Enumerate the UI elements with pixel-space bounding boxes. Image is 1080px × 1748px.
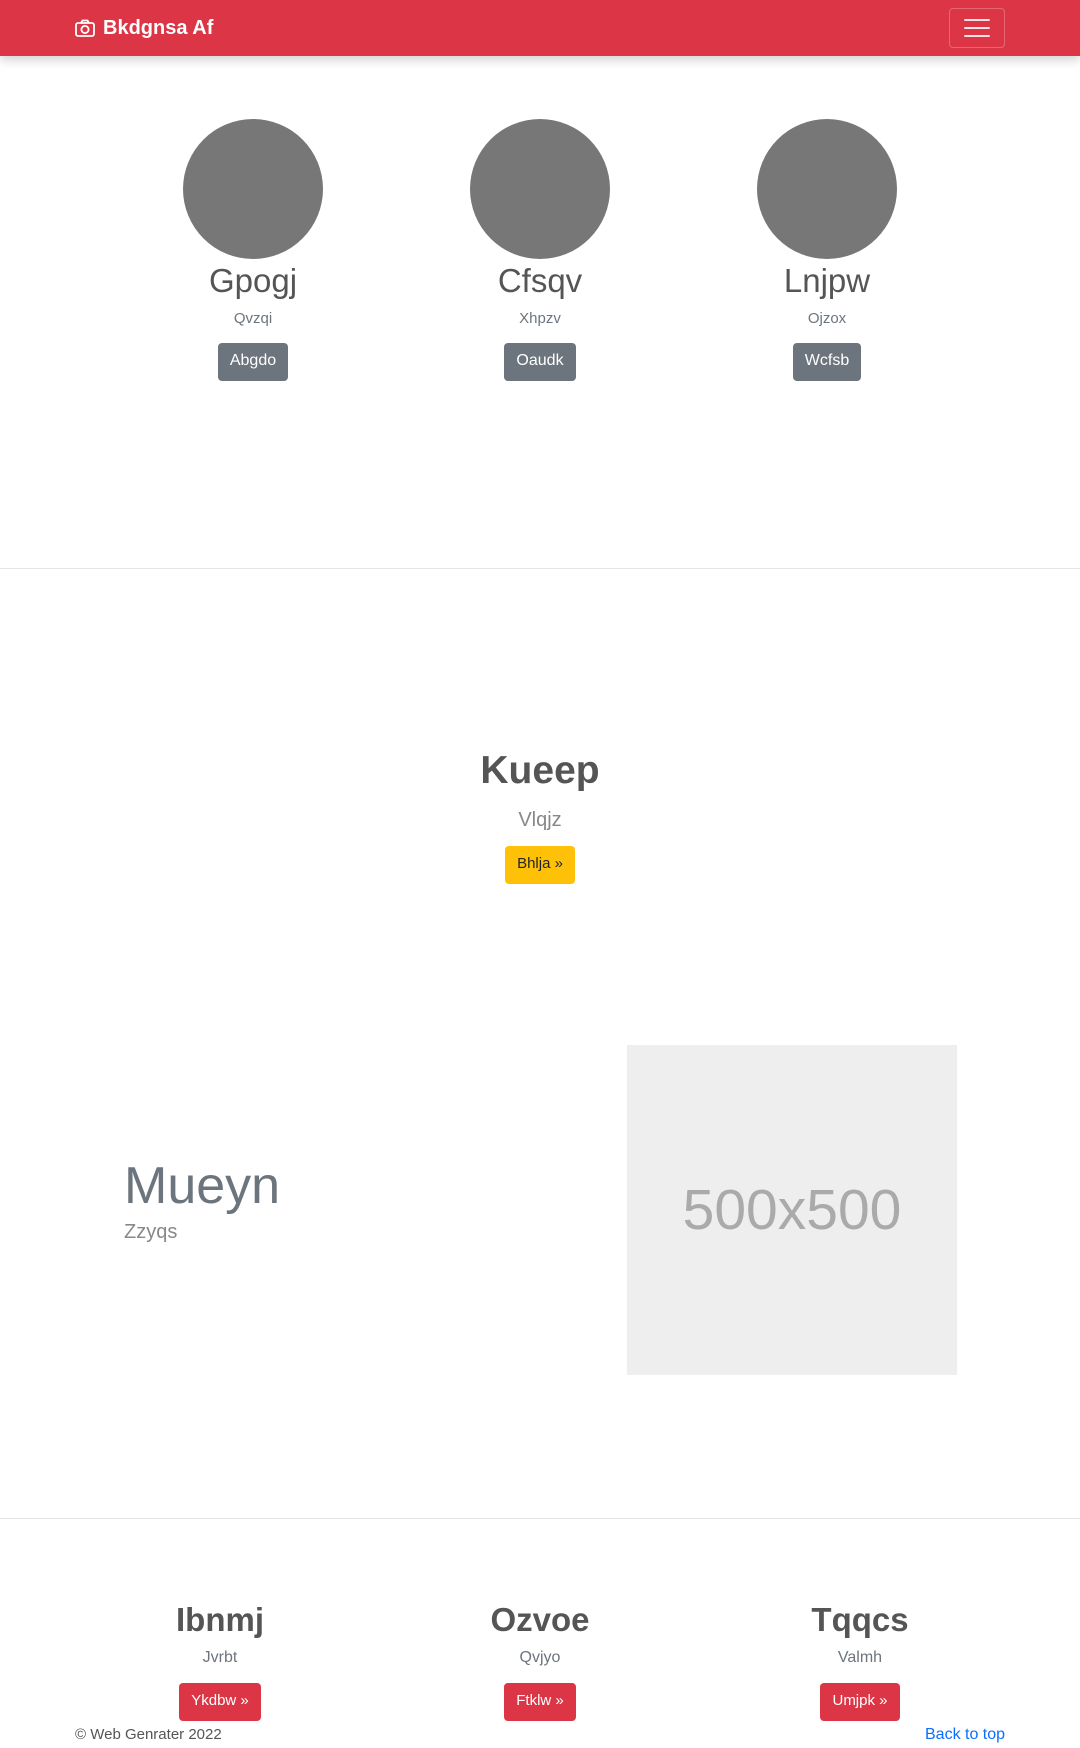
section-divider	[0, 568, 1080, 569]
avatar	[470, 119, 610, 259]
brand-name: Bkdgnsa Af	[103, 16, 214, 39]
team-card: Cfsqv Xhpzv Oaudk	[440, 119, 640, 381]
hamburger-menu-icon	[964, 19, 990, 21]
column-title: Ibnmj	[176, 1601, 264, 1638]
team-button[interactable]: Wcfsb	[792, 343, 862, 381]
hamburger-menu-icon	[964, 27, 990, 29]
team-card: Gpogj Qvzqi Abgdo	[153, 119, 353, 381]
team-button[interactable]: Abgdo	[217, 343, 289, 381]
avatar	[183, 119, 323, 259]
column-subtitle: Jvrbt	[202, 1649, 238, 1666]
team-name: Cfsqv	[497, 262, 583, 299]
column-button[interactable]: Ftklw »	[504, 1683, 576, 1721]
brand-link[interactable]: Bkdgnsa Af	[75, 15, 213, 41]
column-subtitle: Qvjyo	[519, 1649, 561, 1666]
hero-section: Kueep Vlqjz Bhlja »	[0, 746, 1080, 884]
team-button[interactable]: Oaudk	[504, 343, 576, 381]
info-column: Tqqcs Valmh Umjpk »	[730, 1598, 990, 1721]
feature-title: Mueyn	[124, 1157, 281, 1215]
hero-title: Kueep	[480, 749, 600, 792]
column-button[interactable]: Umjpk »	[820, 1683, 900, 1721]
team-card: Lnjpw Ojzox Wcfsb	[727, 119, 927, 381]
hamburger-menu-icon	[964, 35, 990, 37]
footer-copyright: © Web Genrater 2022	[75, 1726, 222, 1743]
team-role: Qvzqi	[233, 310, 273, 327]
section-divider	[0, 1518, 1080, 1519]
column-title: Ozvoe	[490, 1601, 590, 1638]
top-navbar: Bkdgnsa Af	[0, 0, 1080, 56]
info-column: Ozvoe Qvjyo Ftklw »	[410, 1598, 670, 1721]
column-subtitle: Valmh	[837, 1649, 883, 1666]
navbar-toggle-button[interactable]	[949, 8, 1005, 48]
team-role: Ojzox	[807, 310, 847, 327]
hero-subtitle: Vlqjz	[518, 809, 562, 831]
feature-subtitle: Zzyqs	[124, 1221, 178, 1243]
page: Bkdgnsa Af Gpogj Qvzqi Abgdo Cfsqv Xhpzv…	[0, 0, 1080, 1748]
team-name: Lnjpw	[783, 262, 871, 299]
camera-icon	[75, 19, 95, 37]
column-title: Tqqcs	[811, 1601, 909, 1638]
hero-button[interactable]: Bhlja »	[505, 846, 575, 884]
avatar	[757, 119, 897, 259]
team-name: Gpogj	[208, 262, 298, 299]
team-role: Xhpzv	[519, 310, 561, 327]
info-column: Ibnmj Jvrbt Ykdbw »	[90, 1598, 350, 1721]
feature-image-placeholder: 500x500	[627, 1045, 957, 1375]
back-to-top-link[interactable]: Back to top	[925, 1725, 1005, 1745]
placeholder-label: 500x500	[682, 1178, 902, 1242]
column-button[interactable]: Ykdbw »	[179, 1683, 261, 1721]
